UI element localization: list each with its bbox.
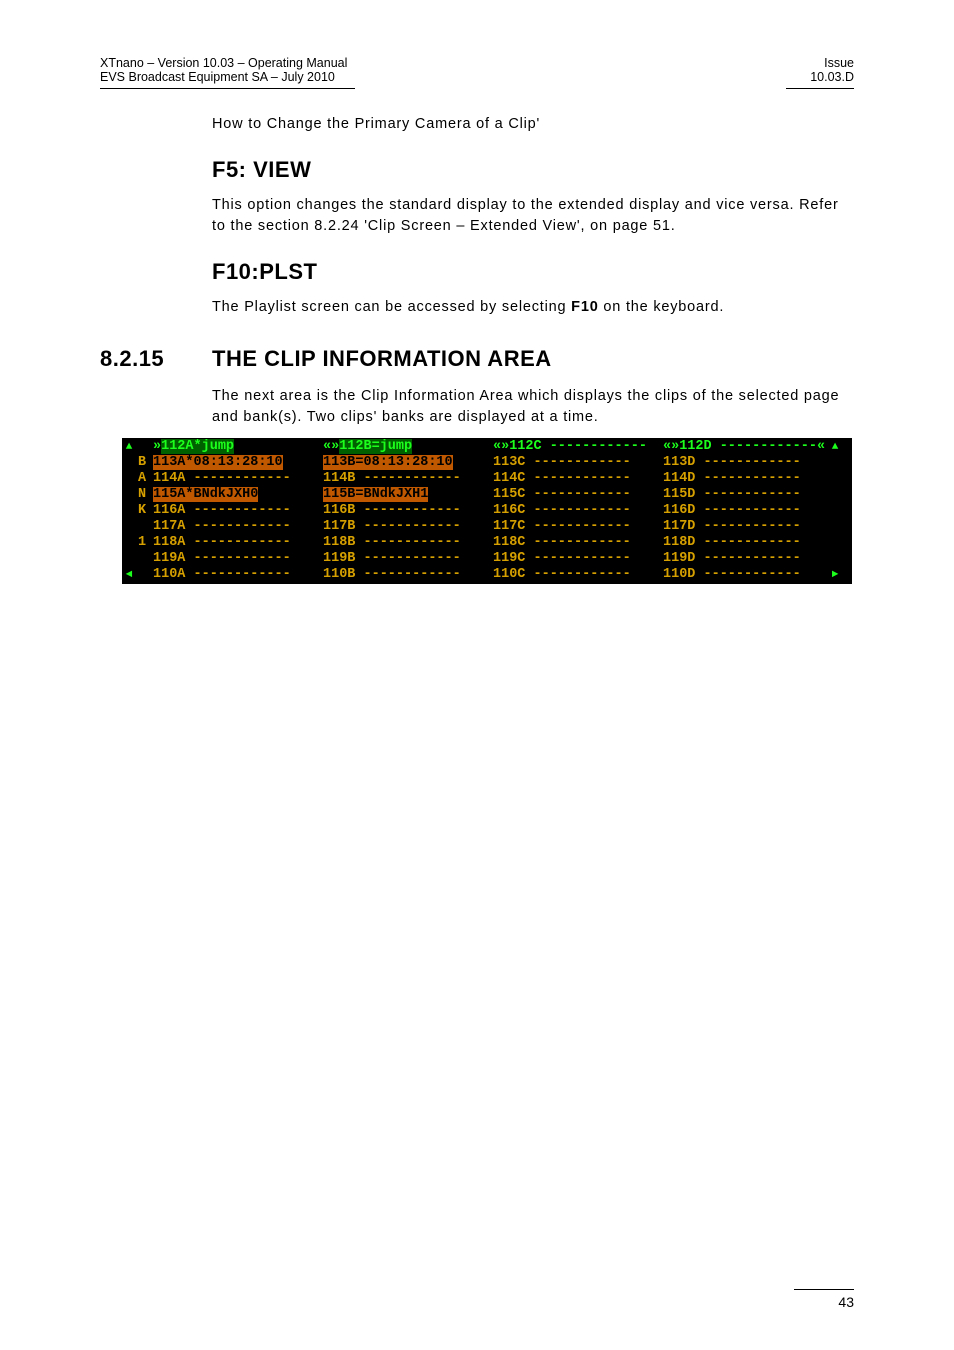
- scroll-indicator-right: [829, 503, 841, 519]
- bank-letter: A: [135, 471, 149, 487]
- section-heading-row: 8.2.15 THE CLIP INFORMATION AREA: [100, 346, 854, 372]
- clip-row: K116A ------------116B ------------116C …: [123, 503, 851, 519]
- scroll-indicator-left: ◄: [123, 567, 135, 583]
- clip-cell: 114A ------------: [149, 471, 319, 487]
- clip-cell: 115B=BNdkJXH1: [319, 487, 489, 503]
- paragraph-f10-pre: The Playlist screen can be accessed by s…: [212, 299, 571, 315]
- paragraph-f10: The Playlist screen can be accessed by s…: [212, 297, 854, 318]
- scroll-indicator-left: [123, 551, 135, 567]
- scroll-indicator-right: [829, 551, 841, 567]
- clip-cell: «»112D ------------«: [659, 439, 829, 455]
- scroll-indicator-left: [123, 471, 135, 487]
- clip-cell: 119D ------------: [659, 551, 829, 567]
- clip-cell: 114D ------------: [659, 471, 829, 487]
- scroll-indicator-left: ▲: [123, 439, 135, 455]
- scroll-indicator-right: [829, 471, 841, 487]
- scroll-indicator-right: ►: [829, 567, 841, 583]
- scroll-indicator-left: [123, 519, 135, 535]
- scroll-indicator-right: [829, 535, 841, 551]
- clip-cell: 116D ------------: [659, 503, 829, 519]
- clip-cell: 110B ------------: [319, 567, 489, 583]
- clip-row: 117A ------------117B ------------117C -…: [123, 519, 851, 535]
- scroll-indicator-left: [123, 535, 135, 551]
- section-number: 8.2.15: [100, 346, 212, 372]
- paragraph-change-primary: How to Change the Primary Camera of a Cl…: [212, 114, 854, 135]
- page-number: 43: [838, 1294, 854, 1310]
- scroll-indicator-right: [829, 519, 841, 535]
- clip-information-area-screenshot: ▲ »112A*jump«»112B=jump«»112C ----------…: [122, 438, 852, 584]
- scroll-indicator-right: [829, 487, 841, 503]
- clip-row: 119A ------------119B ------------119C -…: [123, 551, 851, 567]
- clip-row: ◄ 110A ------------110B ------------110C…: [123, 567, 851, 583]
- page: XTnano – Version 10.03 – Operating Manua…: [0, 0, 954, 1350]
- clip-cell: 117B ------------: [319, 519, 489, 535]
- clip-cell: 119C ------------: [489, 551, 659, 567]
- clip-cell: 118B ------------: [319, 535, 489, 551]
- header-left: XTnano – Version 10.03 – Operating Manua…: [100, 56, 347, 84]
- clip-cell: 110C ------------: [489, 567, 659, 583]
- clip-row: 1118A ------------118B ------------118C …: [123, 535, 851, 551]
- clip-cell: 114B ------------: [319, 471, 489, 487]
- issue-number: 10.03.D: [810, 70, 854, 84]
- bank-letter: [135, 551, 149, 567]
- issue-label: Issue: [810, 56, 854, 70]
- clip-cell: 110A ------------: [149, 567, 319, 583]
- clip-row: A114A ------------114B ------------114C …: [123, 471, 851, 487]
- clip-row: ▲ »112A*jump«»112B=jump«»112C ----------…: [123, 439, 851, 455]
- page-header: XTnano – Version 10.03 – Operating Manua…: [100, 56, 854, 86]
- clip-cell: «»112B=jump: [319, 439, 489, 455]
- header-right: Issue 10.03.D: [810, 56, 854, 84]
- clip-cell: 116B ------------: [319, 503, 489, 519]
- clip-cell: 113C ------------: [489, 455, 659, 471]
- key-f10: F10: [571, 299, 598, 315]
- section-title: THE CLIP INFORMATION AREA: [212, 346, 552, 372]
- bank-letter: [135, 439, 149, 455]
- clip-cell: 117C ------------: [489, 519, 659, 535]
- paragraph-f10-post: on the keyboard.: [599, 299, 725, 315]
- clip-cell: 118C ------------: [489, 535, 659, 551]
- bank-letter: 1: [135, 535, 149, 551]
- clip-cell: 113A*08:13:28:10: [149, 455, 319, 471]
- header-rule: [100, 88, 854, 89]
- scroll-indicator-right: [829, 455, 841, 471]
- content-area: How to Change the Primary Camera of a Cl…: [100, 114, 854, 584]
- paragraph-f5: This option changes the standard display…: [212, 195, 854, 237]
- clip-cell: 116C ------------: [489, 503, 659, 519]
- heading-f10-plst: F10:PLST: [212, 259, 854, 285]
- paragraph-section: The next area is the Clip Information Ar…: [212, 386, 854, 428]
- clip-cell: 119A ------------: [149, 551, 319, 567]
- clip-cell: 118A ------------: [149, 535, 319, 551]
- clip-cell: 118D ------------: [659, 535, 829, 551]
- bank-letter: K: [135, 503, 149, 519]
- bank-letter: N: [135, 487, 149, 503]
- bank-letter: [135, 567, 149, 583]
- scroll-indicator-right: ▲: [829, 439, 841, 455]
- clip-cell: 115C ------------: [489, 487, 659, 503]
- scroll-indicator-left: [123, 455, 135, 471]
- doc-title: XTnano – Version 10.03 – Operating Manua…: [100, 56, 347, 70]
- clip-cell: 115A*BNdkJXH0: [149, 487, 319, 503]
- clip-cell: 117D ------------: [659, 519, 829, 535]
- clip-cell: 117A ------------: [149, 519, 319, 535]
- scroll-indicator-left: [123, 503, 135, 519]
- clip-cell: 110D ------------: [659, 567, 829, 583]
- clip-cell: 113D ------------: [659, 455, 829, 471]
- clip-cell: 119B ------------: [319, 551, 489, 567]
- doc-publisher: EVS Broadcast Equipment SA – July 2010: [100, 70, 347, 84]
- bank-letter: [135, 519, 149, 535]
- clip-cell: »112A*jump: [149, 439, 319, 455]
- heading-f5-view: F5: VIEW: [212, 157, 854, 183]
- clip-cell: 116A ------------: [149, 503, 319, 519]
- footer-rule: [794, 1289, 854, 1290]
- clip-row: B113A*08:13:28:10113B=08:13:28:10113C --…: [123, 455, 851, 471]
- clip-cell: «»112C ------------: [489, 439, 659, 455]
- clip-cell: 115D ------------: [659, 487, 829, 503]
- clip-cell: 113B=08:13:28:10: [319, 455, 489, 471]
- scroll-indicator-left: [123, 487, 135, 503]
- clip-cell: 114C ------------: [489, 471, 659, 487]
- bank-letter: B: [135, 455, 149, 471]
- clip-row: N115A*BNdkJXH0115B=BNdkJXH1115C --------…: [123, 487, 851, 503]
